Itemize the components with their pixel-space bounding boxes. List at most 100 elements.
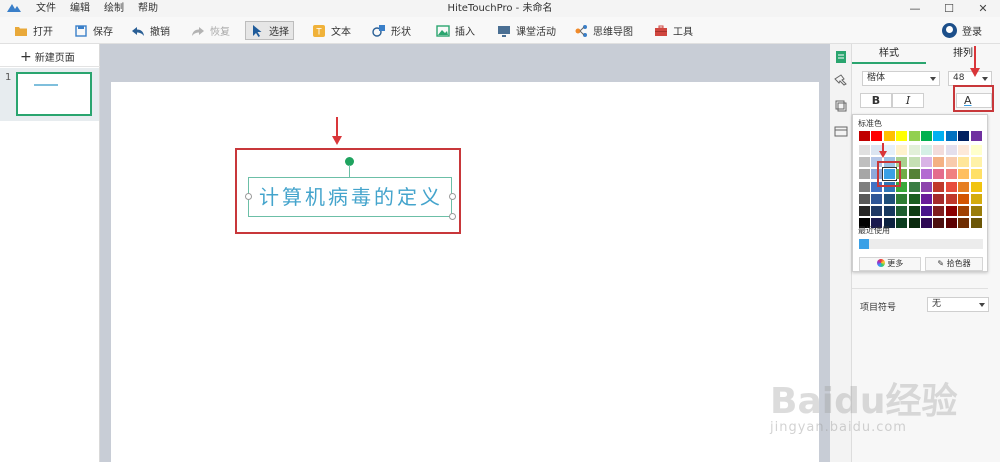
color-swatch[interactable]	[883, 131, 895, 141]
color-swatch[interactable]	[958, 131, 970, 141]
color-swatch[interactable]	[933, 145, 945, 155]
color-swatch[interactable]	[921, 145, 932, 155]
color-swatch[interactable]	[859, 131, 870, 141]
color-swatch[interactable]	[958, 193, 970, 204]
color-swatch[interactable]	[933, 181, 945, 192]
minimize-button[interactable]: —	[898, 0, 932, 17]
slide-thumbnail[interactable]	[16, 72, 92, 116]
color-swatch[interactable]	[871, 193, 883, 204]
recent-color-swatch[interactable]	[859, 239, 869, 249]
color-swatch[interactable]	[859, 193, 870, 204]
text-button[interactable]: T 文本	[308, 21, 355, 40]
menu-file[interactable]: 文件	[36, 0, 56, 17]
new-page-button[interactable]: + 新建页面	[20, 49, 75, 65]
color-swatch[interactable]	[871, 131, 883, 141]
color-swatch[interactable]	[970, 157, 982, 168]
tab-style[interactable]: 样式	[852, 44, 926, 64]
text-box-content[interactable]: 计算机病毒的定义	[249, 178, 453, 218]
color-swatch[interactable]	[859, 145, 870, 155]
color-swatch[interactable]	[970, 206, 982, 216]
color-swatch[interactable]	[859, 169, 870, 180]
color-swatch[interactable]	[958, 206, 970, 216]
color-swatch[interactable]	[970, 181, 982, 192]
layers-icon[interactable]	[834, 99, 848, 113]
color-swatch[interactable]	[970, 218, 982, 229]
color-swatch[interactable]	[921, 157, 932, 168]
insert-button[interactable]: 插入	[432, 21, 479, 40]
resize-handle-bottom-right[interactable]	[449, 213, 456, 220]
color-swatch[interactable]	[958, 169, 970, 180]
bold-button[interactable]: B	[860, 93, 892, 108]
color-swatch[interactable]	[958, 181, 970, 192]
bullet-select[interactable]: 无	[927, 297, 989, 312]
color-swatch[interactable]	[970, 145, 982, 155]
tab-arrange[interactable]: 排列	[926, 44, 1000, 64]
color-swatch[interactable]	[921, 193, 932, 204]
color-swatch[interactable]	[871, 206, 883, 216]
color-swatch[interactable]	[896, 193, 908, 204]
color-swatch[interactable]	[933, 157, 945, 168]
close-button[interactable]: ✕	[966, 0, 1000, 17]
color-swatch[interactable]	[896, 145, 908, 155]
login-button[interactable]: 登录	[942, 21, 982, 40]
maximize-button[interactable]: ☐	[932, 0, 966, 17]
color-swatch[interactable]	[945, 206, 957, 216]
color-swatch[interactable]	[921, 181, 932, 192]
tools-button[interactable]: 工具	[650, 21, 697, 40]
color-swatch[interactable]	[933, 206, 945, 216]
font-family-select[interactable]: 楷体	[862, 71, 940, 86]
menu-help[interactable]: 帮助	[138, 0, 158, 17]
color-swatch[interactable]	[958, 218, 970, 229]
color-swatch[interactable]	[933, 131, 945, 141]
slide-thumbnail-item[interactable]: 1	[0, 68, 99, 121]
color-swatch[interactable]	[945, 193, 957, 204]
color-swatch[interactable]	[933, 218, 945, 229]
color-swatch[interactable]	[908, 157, 920, 168]
selected-text-box[interactable]: 计算机病毒的定义	[248, 177, 452, 217]
color-swatch[interactable]	[859, 157, 870, 168]
color-swatch[interactable]	[859, 181, 870, 192]
color-swatch[interactable]	[945, 169, 957, 180]
color-swatch[interactable]	[908, 206, 920, 216]
resize-handle-left[interactable]	[245, 193, 252, 200]
redo-button[interactable]: 恢复	[187, 21, 234, 40]
color-swatch[interactable]	[970, 169, 982, 180]
more-colors-button[interactable]: 更多	[859, 257, 921, 271]
color-swatch[interactable]	[921, 218, 932, 229]
color-swatch[interactable]	[859, 206, 870, 216]
color-swatch[interactable]	[958, 157, 970, 168]
color-swatch[interactable]	[970, 193, 982, 204]
shape-button[interactable]: 形状	[368, 21, 415, 40]
color-swatch[interactable]	[921, 206, 932, 216]
color-swatch[interactable]	[908, 131, 920, 141]
color-swatch[interactable]	[908, 181, 920, 192]
color-swatch[interactable]	[945, 157, 957, 168]
color-swatch[interactable]	[908, 169, 920, 180]
color-swatch[interactable]	[945, 181, 957, 192]
color-swatch[interactable]	[883, 193, 895, 204]
mindmap-button[interactable]: 思维导图	[570, 21, 637, 40]
undo-button[interactable]: 撤销	[127, 21, 174, 40]
color-swatch[interactable]	[921, 169, 932, 180]
archive-icon[interactable]	[834, 124, 848, 138]
color-swatch[interactable]	[945, 145, 957, 155]
menu-draw[interactable]: 绘制	[104, 0, 124, 17]
color-swatch[interactable]	[970, 131, 982, 141]
color-swatch[interactable]	[896, 218, 908, 229]
style-page-icon[interactable]	[834, 50, 848, 64]
menu-edit[interactable]: 编辑	[70, 0, 90, 17]
save-button[interactable]: 保存	[70, 21, 117, 40]
italic-button[interactable]: I	[892, 93, 924, 108]
color-swatch[interactable]	[908, 145, 920, 155]
color-swatch[interactable]	[933, 169, 945, 180]
color-swatch[interactable]	[883, 206, 895, 216]
color-swatch[interactable]	[958, 145, 970, 155]
color-swatch[interactable]	[945, 218, 957, 229]
color-swatch[interactable]	[921, 131, 932, 141]
color-swatch[interactable]	[945, 131, 957, 141]
color-swatch[interactable]	[908, 218, 920, 229]
classroom-activity-button[interactable]: 课堂活动	[493, 21, 560, 40]
color-swatch[interactable]	[896, 131, 908, 141]
pin-icon[interactable]	[834, 74, 848, 88]
open-button[interactable]: 打开	[10, 21, 57, 40]
